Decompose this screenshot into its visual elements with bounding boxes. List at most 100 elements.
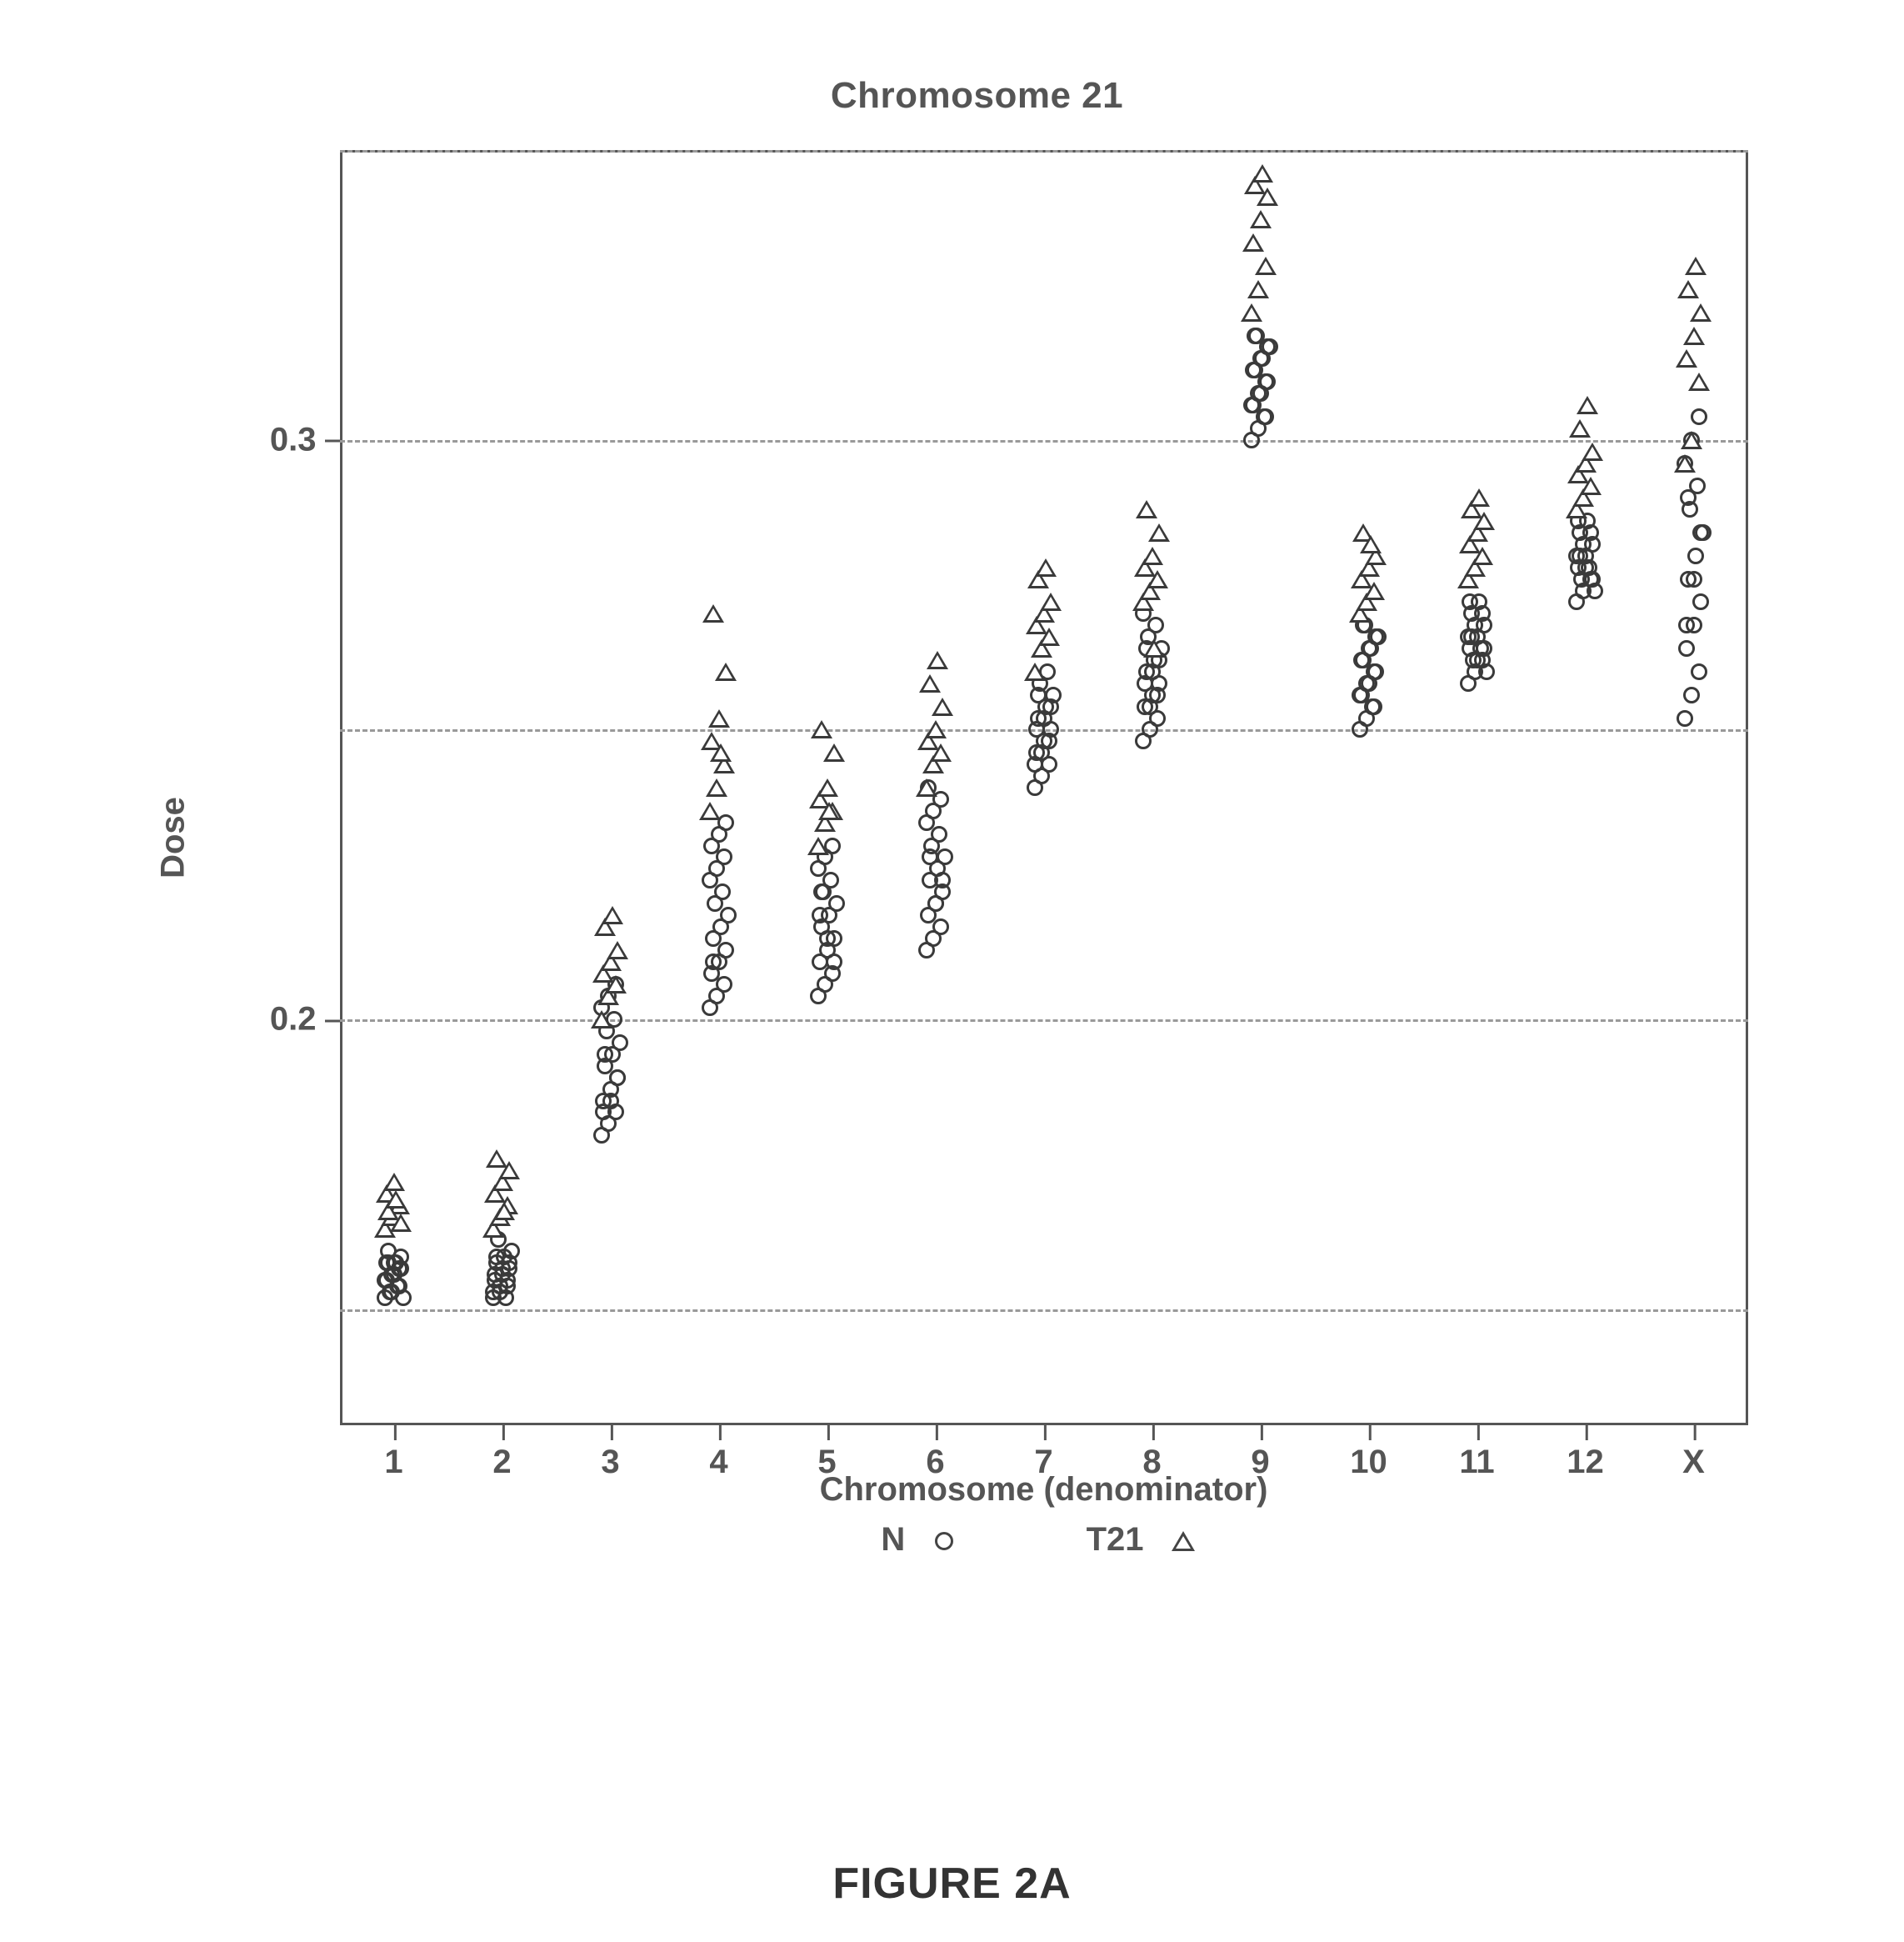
data-point [1581, 559, 1597, 576]
circle-icon [927, 1524, 961, 1558]
data-point [602, 1081, 619, 1098]
data-point [1686, 571, 1702, 588]
data-point [822, 872, 839, 888]
data-point [1584, 536, 1601, 553]
data-point [701, 732, 722, 750]
data-point [703, 965, 720, 982]
data-point [934, 872, 951, 888]
data-point [1138, 663, 1155, 680]
data-point [824, 838, 841, 854]
data-point [377, 1289, 393, 1306]
data-point [815, 883, 832, 900]
data-point [1038, 628, 1060, 646]
data-point [497, 1196, 518, 1214]
data-point [1685, 257, 1707, 275]
data-point [1567, 465, 1589, 483]
data-point [386, 1266, 402, 1283]
data-point [710, 743, 732, 762]
data-point [1241, 303, 1262, 322]
data-point [826, 953, 842, 970]
data-point [1135, 733, 1152, 749]
data-point [916, 778, 937, 797]
data-point [377, 1272, 393, 1289]
data-point [1147, 617, 1164, 633]
data-point [712, 918, 729, 935]
data-point [1351, 570, 1372, 588]
data-point [1473, 512, 1495, 530]
data-point [927, 895, 944, 912]
data-point [821, 907, 837, 923]
data-point [1255, 257, 1277, 275]
data-point [1478, 663, 1495, 680]
data-point [1248, 328, 1265, 344]
data-point [1476, 640, 1492, 657]
data-point [1677, 710, 1693, 727]
data-point [383, 1173, 405, 1191]
y-axis-label: Dose [154, 797, 192, 878]
data-point [823, 743, 845, 762]
data-point [1568, 593, 1585, 610]
data-point [1036, 710, 1052, 727]
data-point [1040, 593, 1062, 611]
y-tick: 0.2 [270, 1001, 340, 1039]
data-point [1036, 733, 1052, 749]
data-point [386, 1254, 402, 1271]
data-point [929, 860, 946, 877]
data-point [1362, 640, 1379, 657]
data-point [382, 1284, 398, 1300]
data-point [713, 755, 735, 773]
data-point [1355, 652, 1372, 668]
data-point [922, 755, 944, 773]
data-point [485, 1284, 502, 1300]
data-point [923, 838, 940, 854]
data-point [1142, 547, 1163, 565]
data-point [1149, 710, 1166, 727]
data-point [385, 1190, 407, 1209]
data-point [828, 895, 845, 912]
data-point [925, 803, 942, 819]
data-point [1572, 548, 1588, 564]
data-point [1568, 548, 1585, 564]
data-point [1033, 768, 1050, 784]
data-point [817, 976, 833, 993]
data-point [1358, 558, 1380, 577]
data-point [378, 1272, 395, 1289]
data-point [934, 883, 951, 900]
data-point [609, 1069, 626, 1086]
data-point [381, 1208, 402, 1226]
data-point [1153, 640, 1170, 657]
y-tick: 0.3 [270, 421, 340, 458]
data-point [1361, 675, 1377, 692]
data-point [1356, 593, 1377, 611]
legend: N T21 [340, 1521, 1748, 1559]
data-point [1474, 605, 1491, 622]
data-point [917, 732, 939, 750]
data-point [1580, 477, 1602, 495]
data-point [1472, 640, 1489, 657]
data-point [1256, 408, 1272, 425]
data-point [1134, 558, 1156, 577]
data-point [1140, 628, 1157, 645]
data-point [932, 918, 949, 935]
data-point [395, 1289, 412, 1306]
data-point [1149, 687, 1166, 703]
data-point [919, 674, 941, 693]
data-point [703, 838, 720, 854]
data-point [1151, 675, 1167, 692]
data-point [1691, 663, 1707, 680]
data-point [813, 918, 830, 935]
x-axis-label: Chromosome (denominator) [340, 1471, 1748, 1509]
chart-frame: Dose 0.20.3123456789101112X Chromosome (… [207, 150, 1748, 1525]
data-point [598, 1023, 615, 1039]
data-point [493, 1202, 515, 1220]
data-point [1474, 652, 1491, 668]
data-point [814, 813, 836, 832]
data-point [494, 1260, 511, 1277]
data-point [927, 895, 944, 912]
data-point [1136, 500, 1157, 518]
data-point [499, 1278, 516, 1294]
data-point [388, 1196, 410, 1214]
data-point [1355, 617, 1372, 633]
data-point [1024, 663, 1046, 681]
data-point [1476, 617, 1492, 633]
